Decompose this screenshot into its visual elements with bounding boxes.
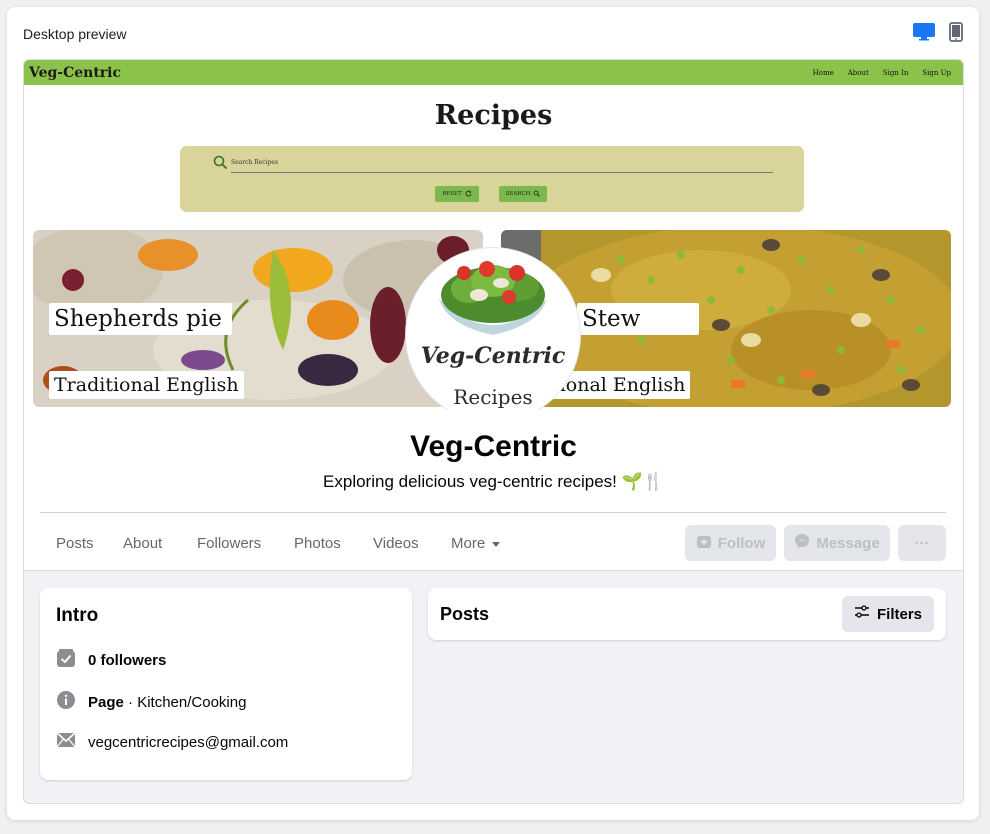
nav-link-home[interactable]: Home xyxy=(813,69,834,77)
contact-email[interactable]: vegcentricrecipes@gmail.com xyxy=(88,734,288,751)
follow-button[interactable]: Follow xyxy=(685,525,776,561)
page-preview: Veg-Centric Home About Sign In Sign Up R… xyxy=(23,59,964,804)
tab-more[interactable]: More xyxy=(451,535,501,552)
nav-link-about[interactable]: About xyxy=(848,69,869,77)
intro-category-row: Page · Kitchen/Cooking xyxy=(56,690,246,714)
preview-title: Desktop preview xyxy=(23,26,127,42)
page-name: Veg-Centric xyxy=(410,430,577,463)
page-description: Exploring delicious veg-centric recipes!… xyxy=(323,472,664,491)
more-options-button[interactable]: ··· xyxy=(898,525,946,561)
search-small-icon xyxy=(533,190,541,199)
tab-followers[interactable]: Followers xyxy=(197,535,261,552)
search-icon xyxy=(213,155,228,175)
nav-link-sign-in[interactable]: Sign In xyxy=(883,69,909,77)
reset-label: RESET xyxy=(442,191,462,197)
page-tabs: Posts About Followers Photos Videos More… xyxy=(24,513,963,571)
cover-photo: Veg-Centric Home About Sign In Sign Up R… xyxy=(24,60,963,410)
intro-followers-row: 0 followers xyxy=(56,648,166,672)
mobile-phone-icon[interactable] xyxy=(949,22,963,42)
followers-count[interactable]: 0 followers xyxy=(88,652,166,669)
posts-title: Posts xyxy=(440,604,490,624)
tab-photos[interactable]: Photos xyxy=(294,535,341,552)
search-label: SEARCH xyxy=(505,191,531,197)
site-navbar: Veg-Centric Home About Sign In Sign Up xyxy=(24,60,963,85)
reset-button[interactable]: RESET xyxy=(435,186,479,202)
followers-icon xyxy=(56,648,76,672)
desktop-monitor-icon[interactable] xyxy=(913,23,935,41)
message-button[interactable]: Message xyxy=(784,525,890,561)
preview-frame: Desktop preview Veg-Centric Home About S… xyxy=(7,7,979,820)
logo-sub-text: Recipes xyxy=(453,385,533,409)
search-underline xyxy=(231,172,773,173)
search-button[interactable]: SEARCH xyxy=(499,186,547,202)
sliders-icon xyxy=(854,605,870,623)
reset-icon xyxy=(465,190,472,199)
tab-about[interactable]: About xyxy=(123,535,162,552)
logo-script-text: Veg-Centric xyxy=(420,343,566,369)
posts-card: Posts Filters xyxy=(428,588,946,640)
info-icon xyxy=(56,690,76,714)
recipes-heading: Recipes xyxy=(434,100,553,131)
intro-email-row: vegcentricrecipes@gmail.com xyxy=(56,732,288,752)
search-panel: Search Recipes RESET SEARCH xyxy=(180,146,804,212)
device-toggle xyxy=(913,22,963,42)
page-category: · Kitchen/Cooking xyxy=(123,693,247,711)
follow-label: Follow xyxy=(717,534,766,552)
site-brand[interactable]: Veg-Centric xyxy=(29,65,121,81)
follow-icon xyxy=(696,533,712,553)
profile-picture[interactable]: Veg-Centric Recipes xyxy=(406,248,580,410)
caret-down-icon xyxy=(491,535,501,552)
tab-videos[interactable]: Videos xyxy=(373,535,419,552)
message-label: Message xyxy=(816,534,880,552)
recipe-card-subtitle-1: Traditional English xyxy=(49,371,244,399)
nav-link-sign-up[interactable]: Sign Up xyxy=(922,69,951,77)
search-input[interactable]: Search Recipes xyxy=(231,159,278,166)
recipe-card-title-1: Shepherds pie xyxy=(49,303,232,335)
more-dots-icon: ··· xyxy=(914,534,930,552)
intro-title: Intro xyxy=(56,605,99,626)
tab-more-label: More xyxy=(451,535,486,552)
filters-label: Filters xyxy=(876,605,922,623)
recipe-card-title-2: Stew xyxy=(577,303,699,335)
tab-posts[interactable]: Posts xyxy=(56,535,94,552)
page-type-label: Page xyxy=(88,693,124,711)
envelope-icon xyxy=(56,732,76,752)
messenger-icon xyxy=(794,533,810,553)
intro-card: Intro 0 followers Page · Kitchen/Cooking… xyxy=(40,588,412,780)
filters-button[interactable]: Filters xyxy=(841,596,934,632)
